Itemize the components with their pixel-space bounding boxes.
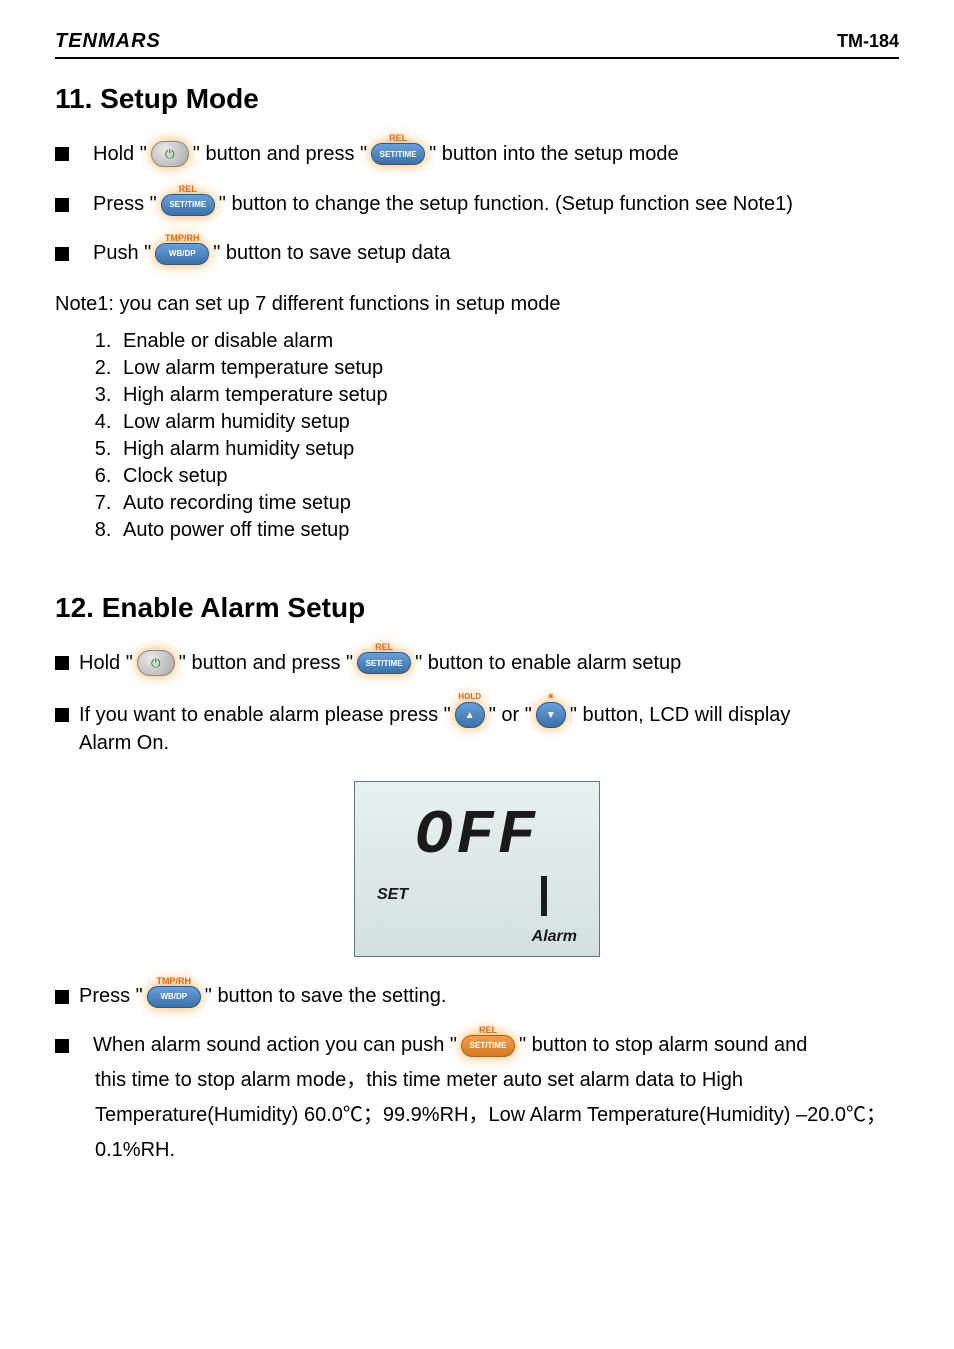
sun-label: ☀ <box>547 692 554 701</box>
wb-label: WB/DP <box>169 249 196 258</box>
set-time-label: SET/TIME <box>380 150 417 159</box>
down-arrow: ▼ <box>546 710 556 721</box>
text: " button to change the setup function. (… <box>219 193 793 216</box>
tmp-wb-icon: TMP/RH WB/DP <box>147 986 201 1008</box>
section-12-title: 12. Enable Alarm Setup <box>55 592 899 624</box>
text: this time to stop alarm mode，this time m… <box>55 1063 899 1168</box>
lcd-alarm-indicator: Alarm <box>532 928 577 946</box>
list-item: Auto recording time setup <box>117 490 899 517</box>
text: Hold " <box>93 143 147 166</box>
s12-bullet-2: If you want to enable alarm please press… <box>55 702 899 755</box>
lcd-tick-icon <box>541 876 547 916</box>
list-item: Enable or disable alarm <box>117 328 899 355</box>
power-icon <box>151 141 189 167</box>
rel-set-time-orange-icon: REL SET/TIME <box>461 1035 515 1057</box>
text: " button and press " <box>179 652 353 675</box>
lcd-main-value: OFF <box>415 800 539 871</box>
text: If you want to enable alarm please press… <box>79 704 451 727</box>
list-item: Low alarm humidity setup <box>117 409 899 436</box>
s11-bullet-3: Push " TMP/RH WB/DP " button to save set… <box>55 242 899 265</box>
s11-bullet-1: Hold " " button and press " REL SET/TIME… <box>55 141 899 167</box>
s12-bullet-4: When alarm sound action you can push " R… <box>55 1034 899 1168</box>
hold-label: HOLD <box>458 692 481 701</box>
rel-set-time-icon: REL SET/TIME <box>371 143 425 165</box>
bullet-icon <box>55 198 69 212</box>
text: " button to enable alarm setup <box>415 652 681 675</box>
text: " button and press " <box>193 143 367 166</box>
lcd-set-indicator: SET <box>377 886 408 904</box>
power-icon <box>137 650 175 676</box>
bullet-icon <box>55 656 69 670</box>
text: Press " <box>79 985 143 1008</box>
rel-label: REL <box>389 133 407 143</box>
brand-logo: TENMARS <box>55 30 161 53</box>
bullet-icon <box>55 1039 69 1053</box>
rel-label: REL <box>375 642 393 652</box>
wb-label: WB/DP <box>160 992 187 1001</box>
text: " or " <box>489 704 532 727</box>
text: " button into the setup mode <box>429 143 679 166</box>
rel-set-time-icon: REL SET/TIME <box>357 652 411 674</box>
tmp-label: TMP/RH <box>165 233 200 243</box>
set-time-label: SET/TIME <box>366 659 403 668</box>
text: " button, LCD will display <box>570 704 791 727</box>
bullet-icon <box>55 147 69 161</box>
text: " button to stop alarm sound and <box>519 1034 807 1057</box>
set-time-label: SET/TIME <box>169 200 206 209</box>
bullet-icon <box>55 247 69 261</box>
tmp-wb-icon: TMP/RH WB/DP <box>155 243 209 265</box>
s12-bullet-3: Press " TMP/RH WB/DP " button to save th… <box>55 985 899 1008</box>
bullet-icon <box>55 708 69 722</box>
note1-text: Note1: you can set up 7 different functi… <box>55 291 899 318</box>
section-11-title: 11. Setup Mode <box>55 83 899 115</box>
rel-label: REL <box>479 1025 497 1035</box>
model-number: TM-184 <box>837 31 899 52</box>
note1-list: Enable or disable alarm Low alarm temper… <box>55 328 899 544</box>
up-arrow: ▲ <box>465 710 475 721</box>
tmp-label: TMP/RH <box>157 976 192 986</box>
text: When alarm sound action you can push " <box>93 1034 457 1057</box>
text: " button to save setup data <box>213 242 450 265</box>
lcd-figure: OFF SET Alarm <box>55 781 899 957</box>
text: Alarm On. <box>55 732 899 755</box>
page-header: TENMARS TM-184 <box>55 30 899 59</box>
s11-bullet-2: Press " REL SET/TIME " button to change … <box>55 193 899 216</box>
set-time-label: SET/TIME <box>470 1041 507 1050</box>
s12-bullet-1: Hold " " button and press " REL SET/TIME… <box>55 650 899 676</box>
brightness-down-icon: ☀ ▼ <box>536 702 566 728</box>
list-item: High alarm humidity setup <box>117 436 899 463</box>
bullet-icon <box>55 990 69 1004</box>
rel-label: REL <box>179 184 197 194</box>
list-item: Clock setup <box>117 463 899 490</box>
lcd-screen: OFF SET Alarm <box>354 781 600 957</box>
text: Press " <box>93 193 157 216</box>
list-item: High alarm temperature setup <box>117 382 899 409</box>
text: Push " <box>93 242 151 265</box>
hold-up-icon: HOLD ▲ <box>455 702 485 728</box>
list-item: Auto power off time setup <box>117 517 899 544</box>
list-item: Low alarm temperature setup <box>117 355 899 382</box>
text: " button to save the setting. <box>205 985 447 1008</box>
rel-set-time-icon: REL SET/TIME <box>161 194 215 216</box>
text: Hold " <box>79 652 133 675</box>
